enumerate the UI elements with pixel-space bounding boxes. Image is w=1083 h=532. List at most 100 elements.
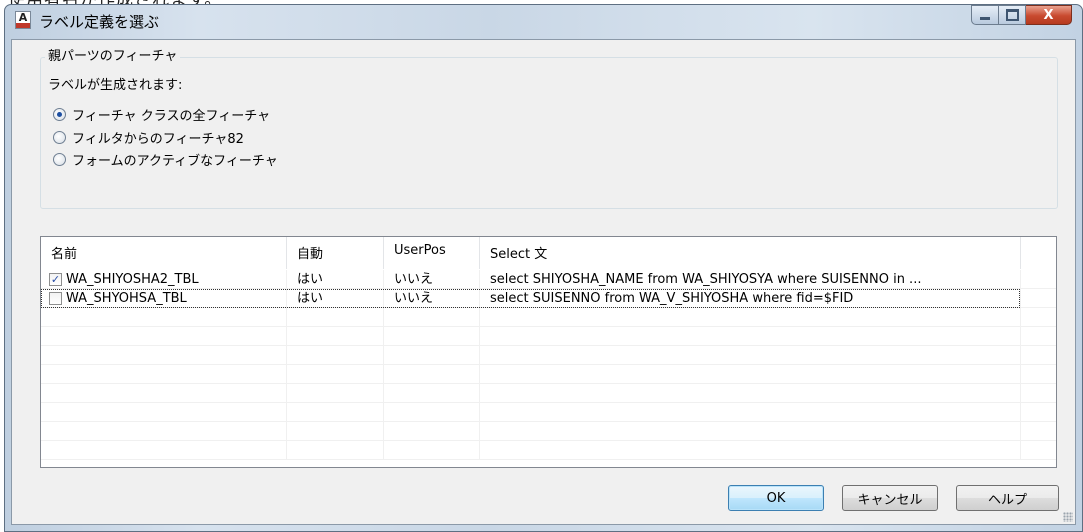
list-rows: ✓ WA_SHIYOSHA2_TBL はい いいえ select SHIYOSH… [41,270,1056,460]
radio-button[interactable] [53,152,66,166]
app-icon: A [15,11,31,29]
cell-userpos: いいえ [384,289,480,308]
maximize-button[interactable] [999,5,1026,25]
radio-label: フィルタからのフィーチャ82 [72,131,244,147]
check-icon: ✓ [50,272,61,286]
title-bar[interactable]: A ラベル定義を選ぶ X [5,5,1082,39]
empty-cell [1021,308,1056,327]
empty-cell [287,346,384,365]
group-label: ラベルが生成されます: [48,78,183,93]
empty-cell [41,441,287,460]
cell-auto: はい [287,289,384,308]
cell-select: select SHIYOSHA_NAME from WA_SHIYOSYA wh… [480,270,1021,289]
radio-label: フォームのアクティブなフィーチャ [72,153,278,169]
minimize-icon [980,16,990,20]
column-header-userpos[interactable]: UserPos [384,237,480,269]
ok-button[interactable]: OK [728,485,824,511]
empty-cell [1021,384,1056,403]
empty-cell [287,365,384,384]
empty-cell [1021,441,1056,460]
empty-cell [41,403,287,422]
empty-cell [1021,365,1056,384]
empty-cell [480,384,1021,403]
row-checkbox[interactable]: ✓ [49,272,62,286]
column-header-filler [1021,237,1056,269]
empty-row [41,327,1056,346]
dialog-client-area: 親パーツのフィーチャ ラベルが生成されます: フィーチャ クラスの全フィーチャ … [11,39,1076,525]
close-button[interactable]: X [1026,5,1072,25]
empty-cell [480,441,1021,460]
empty-cell [384,327,480,346]
empty-cell [41,346,287,365]
cell-filler [1021,270,1056,289]
empty-cell [384,365,480,384]
empty-cell [41,422,287,441]
help-button[interactable]: ヘルプ [956,485,1059,511]
empty-cell [287,308,384,327]
minimize-button[interactable] [971,5,999,25]
column-header-name[interactable]: 名前 [41,237,287,269]
cell-filler [1021,289,1056,308]
empty-cell [384,384,480,403]
empty-cell [1021,327,1056,346]
empty-cell [1021,403,1056,422]
empty-cell [287,327,384,346]
empty-cell [1021,422,1056,441]
empty-cell [384,403,480,422]
maximize-icon [1005,9,1019,21]
empty-row [41,365,1056,384]
table-row[interactable]: WA_SHYOHSA_TBL はい いいえ select SUISENNO fr… [41,289,1056,308]
group-legend: 親パーツのフィーチャ [45,49,181,65]
list-header: 名前 自動 UserPos Select 文 [41,237,1056,269]
close-icon: X [1043,7,1054,23]
row-name: WA_SHIYOSHA2_TBL [66,271,199,287]
column-header-select[interactable]: Select 文 [480,237,1021,269]
empty-cell [1021,346,1056,365]
cell-auto: はい [287,270,384,289]
row-checkbox[interactable] [49,291,62,305]
radio-option-all-features[interactable]: フィーチャ クラスの全フィーチャ [53,105,271,124]
empty-cell [384,346,480,365]
label-definition-list[interactable]: 名前 自動 UserPos Select 文 ✓ WA_SHIYOSHA2_TB… [40,236,1057,468]
cell-name: WA_SHYOHSA_TBL [41,289,287,308]
empty-cell [41,327,287,346]
cell-name: ✓ WA_SHIYOSHA2_TBL [41,270,287,289]
radio-option-filter-features[interactable]: フィルタからのフィーチャ82 [53,128,244,147]
radio-button[interactable] [53,107,66,121]
empty-cell [384,308,480,327]
empty-row [41,346,1056,365]
empty-row [41,384,1056,403]
empty-cell [287,441,384,460]
radio-option-active-form-features[interactable]: フォームのアクティブなフィーチャ [53,150,278,169]
empty-cell [480,422,1021,441]
cancel-button[interactable]: キャンセル [842,485,938,511]
row-name: WA_SHYOHSA_TBL [66,290,187,306]
empty-cell [480,327,1021,346]
radio-button[interactable] [53,130,66,144]
empty-cell [480,308,1021,327]
cell-userpos: いいえ [384,270,480,289]
empty-cell [480,365,1021,384]
window-controls: X [971,5,1072,25]
app-icon-strip [16,23,30,28]
empty-cell [41,308,287,327]
cell-select: select SUISENNO from WA_V_SHIYOSHA where… [480,289,1021,308]
empty-row [41,422,1056,441]
empty-cell [384,422,480,441]
empty-cell [41,384,287,403]
empty-row [41,441,1056,460]
parent-feature-group: 親パーツのフィーチャ ラベルが生成されます: フィーチャ クラスの全フィーチャ … [40,49,1058,209]
empty-cell [480,346,1021,365]
empty-cell [287,384,384,403]
empty-cell [480,403,1021,422]
empty-row [41,403,1056,422]
resize-grip-icon[interactable] [1063,512,1073,522]
empty-cell [41,365,287,384]
column-header-auto[interactable]: 自動 [287,237,384,269]
empty-cell [287,403,384,422]
radio-label: フィーチャ クラスの全フィーチャ [72,108,271,124]
empty-cell [384,441,480,460]
table-row[interactable]: ✓ WA_SHIYOSHA2_TBL はい いいえ select SHIYOSH… [41,270,1056,289]
window-title: ラベル定義を選ぶ [39,13,160,31]
empty-cell [287,422,384,441]
